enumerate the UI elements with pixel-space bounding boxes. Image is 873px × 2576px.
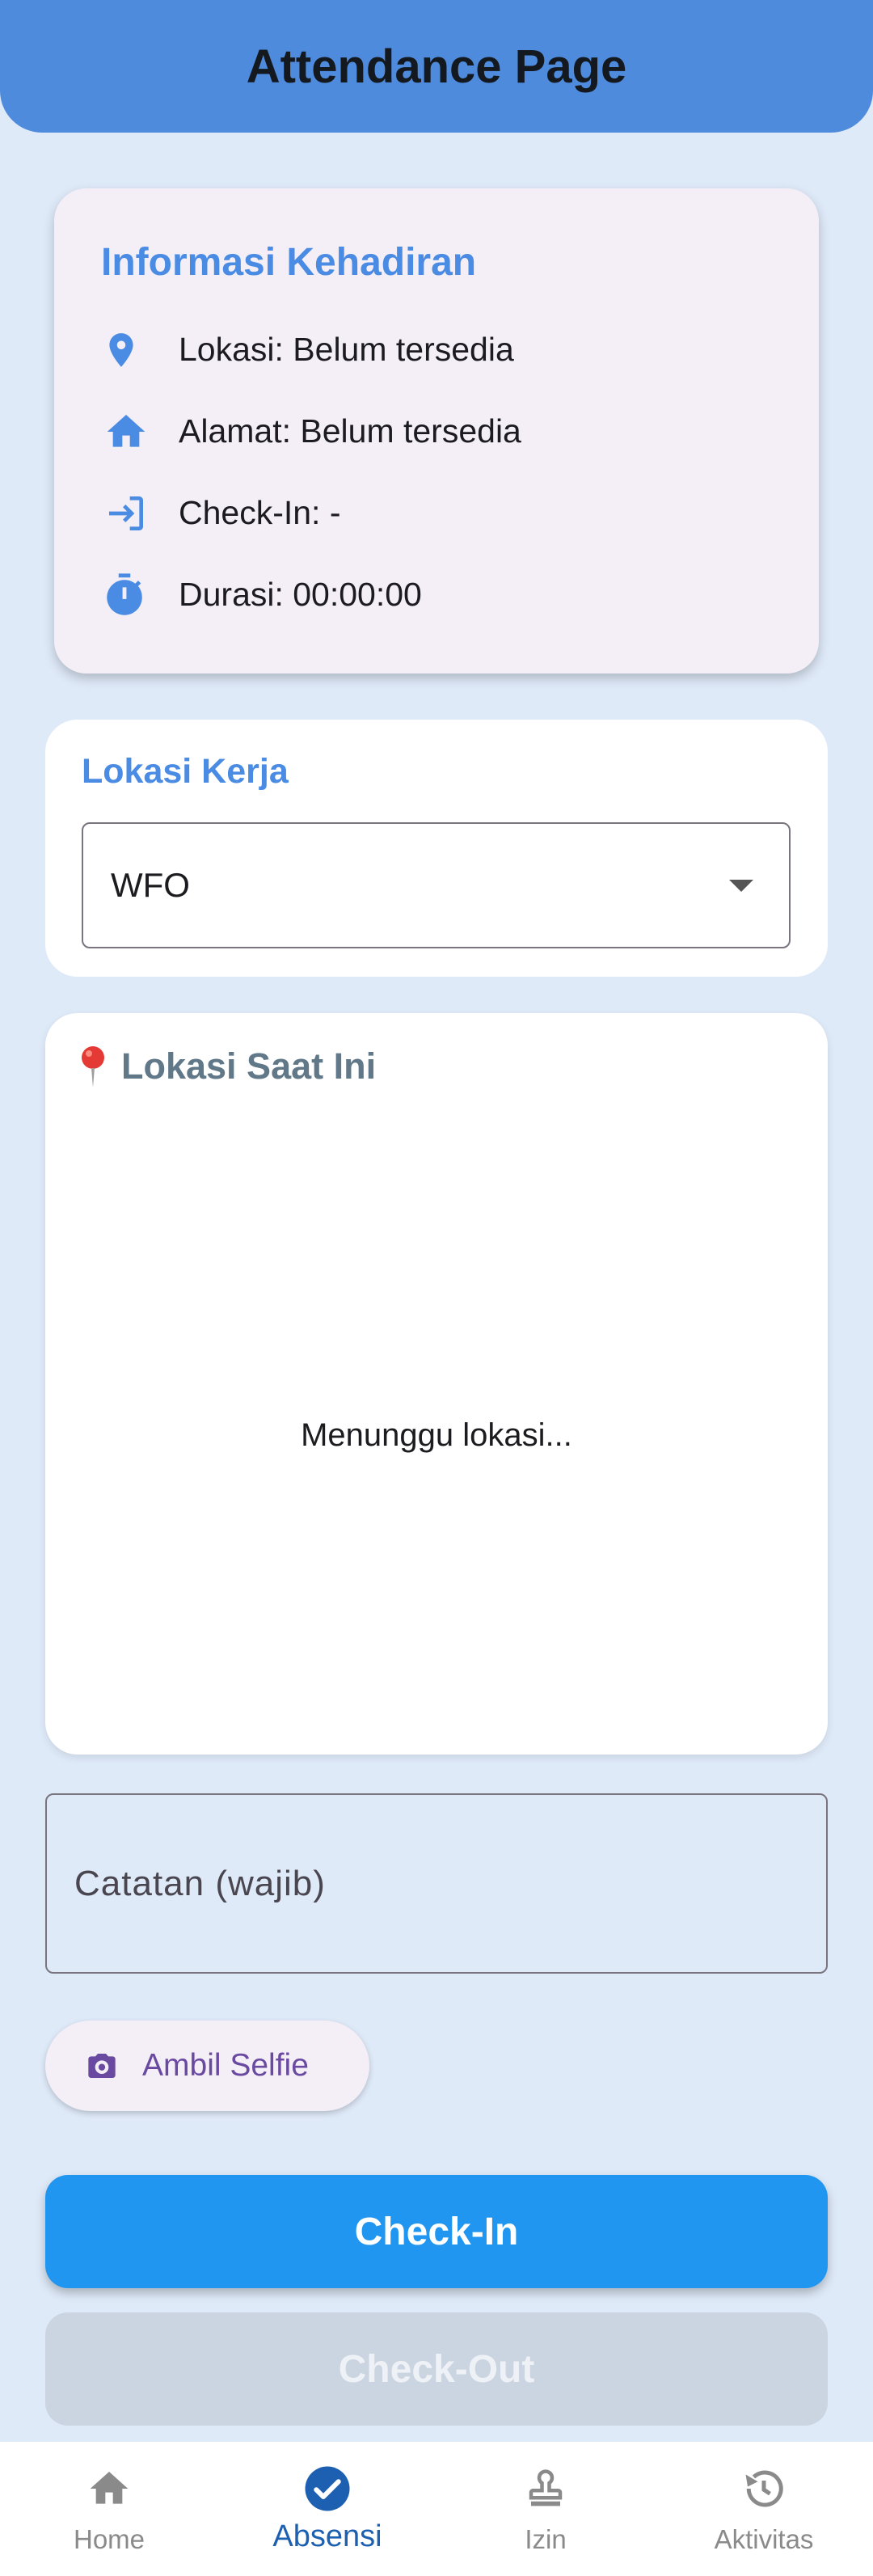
info-row-checkin: Check-In: - [101, 472, 772, 554]
nav-item-home[interactable]: Home [0, 2442, 218, 2576]
current-location-title: Lokasi Saat Ini [121, 1045, 377, 1087]
info-location-text: Lokasi: Belum tersedia [179, 331, 514, 368]
page-title: Attendance Page [246, 40, 627, 93]
location-pin-icon [101, 324, 164, 376]
nav-izin-label: Izin [525, 2524, 567, 2554]
check-circle-icon [302, 2463, 353, 2515]
login-icon [101, 488, 164, 539]
history-icon [738, 2463, 790, 2515]
nav-item-absensi[interactable]: Absensi [218, 2442, 436, 2576]
checkin-button[interactable]: Check-In [45, 2175, 828, 2288]
checkin-label: Check-In [354, 2210, 519, 2253]
nav-home-label: Home [73, 2524, 146, 2554]
info-row-location: Lokasi: Belum tersedia [101, 309, 772, 391]
app-bar: Attendance Page [0, 0, 873, 133]
camera-icon [88, 2054, 116, 2078]
info-row-duration: Durasi: 00:00:00 [101, 554, 772, 636]
notes-input[interactable]: Catatan (wajib) [45, 1793, 828, 1974]
work-location-dropdown[interactable]: WFO [82, 822, 791, 948]
timer-icon [101, 569, 164, 621]
home-icon [83, 2463, 135, 2515]
take-selfie-label: Ambil Selfie [142, 2048, 309, 2083]
nav-item-aktivitas[interactable]: Aktivitas [655, 2442, 873, 2576]
info-address-text: Alamat: Belum tersedia [179, 412, 521, 450]
dropdown-arrow-icon [729, 879, 753, 892]
work-location-title: Lokasi Kerja [82, 752, 289, 791]
home-icon [101, 406, 164, 458]
info-checkin-text: Check-In: - [179, 494, 341, 531]
work-location-card: Lokasi Kerja WFO [45, 720, 828, 977]
nav-item-izin[interactable]: Izin [436, 2442, 655, 2576]
location-status-text: Menunggu lokasi... [301, 1417, 572, 1453]
current-location-card: Lokasi Saat Ini Menunggu lokasi... [45, 1013, 828, 1755]
bottom-navigation: Home Absensi Izin Aktivitas [0, 2442, 873, 2576]
work-location-value: WFO [111, 866, 190, 904]
info-row-address: Alamat: Belum tersedia [101, 391, 772, 472]
nav-absensi-label: Absensi [272, 2519, 382, 2553]
stamp-icon [520, 2463, 571, 2515]
notes-placeholder: Catatan (wajib) [74, 1863, 326, 1903]
info-duration-text: Durasi: 00:00:00 [179, 576, 422, 613]
nav-aktivitas-label: Aktivitas [714, 2524, 814, 2554]
info-card-title: Informasi Kehadiran [101, 241, 477, 284]
take-selfie-button[interactable]: Ambil Selfie [45, 2021, 369, 2111]
round-pushpin-icon [82, 1046, 104, 1087]
current-location-header: Lokasi Saat Ini [74, 1044, 376, 1089]
checkout-label: Check-Out [338, 2347, 535, 2391]
attendance-info-card: Informasi Kehadiran Lokasi: Belum tersed… [54, 188, 819, 674]
checkout-button[interactable]: Check-Out [45, 2312, 828, 2426]
